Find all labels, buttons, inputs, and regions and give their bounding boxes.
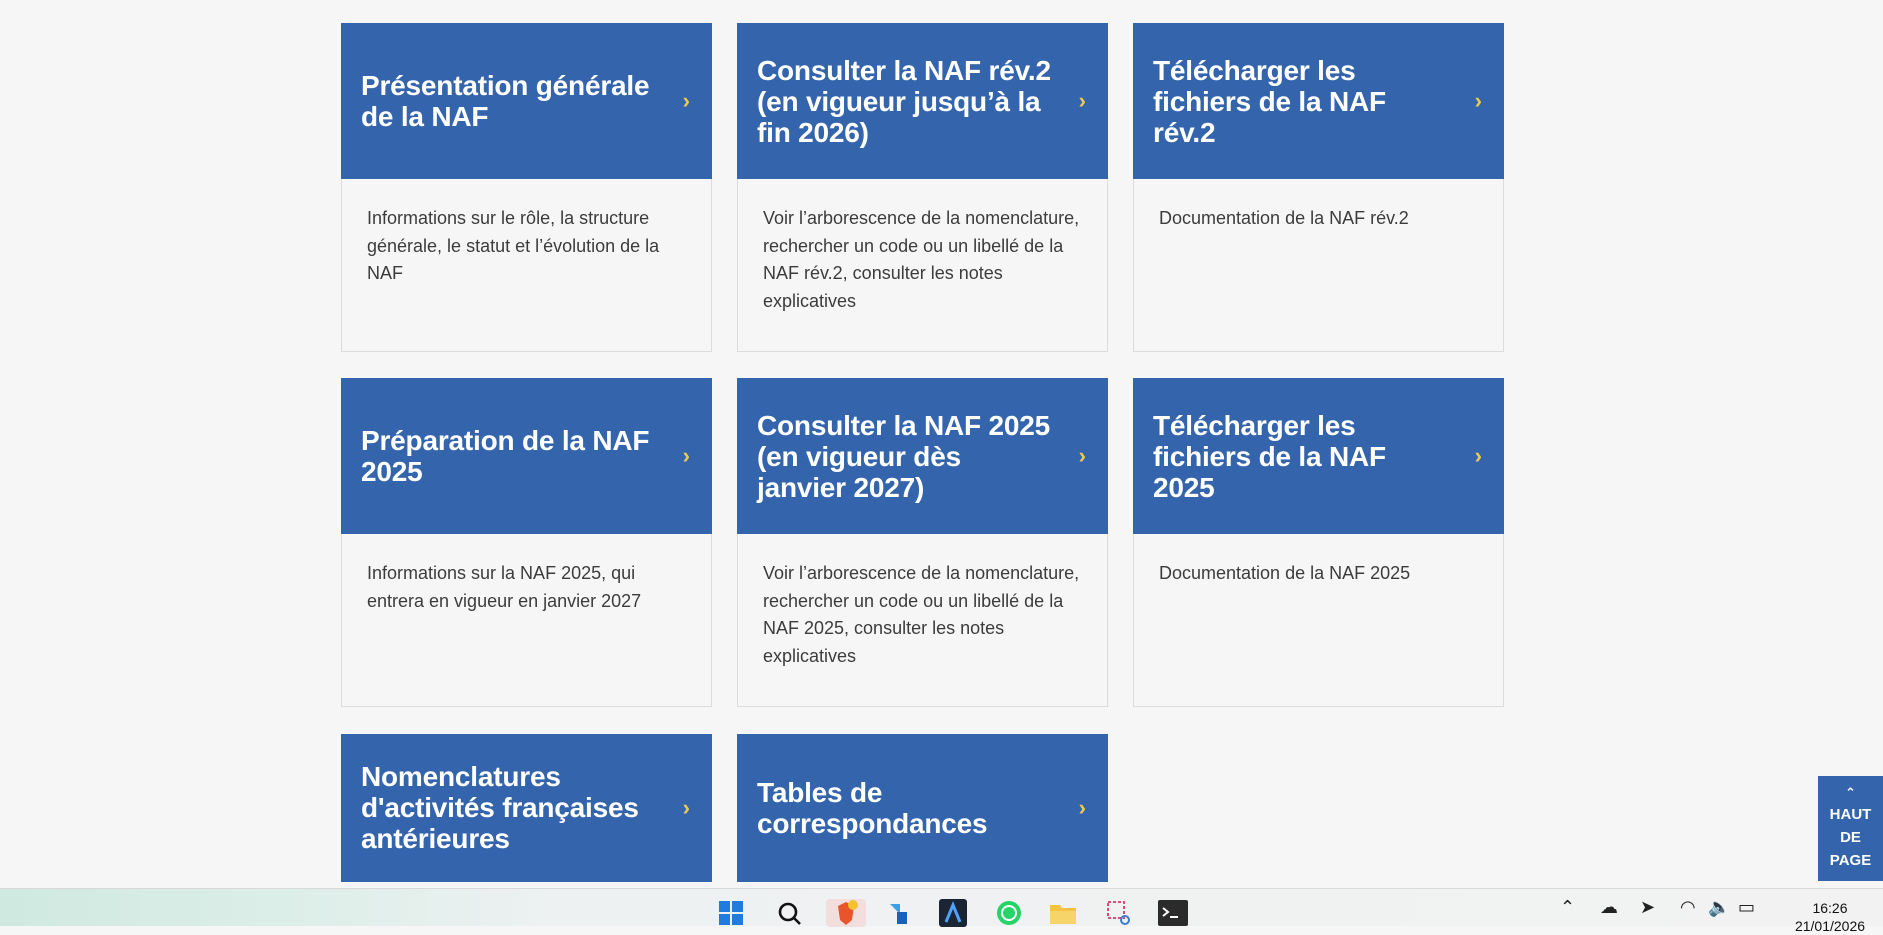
brave-browser-icon[interactable] bbox=[826, 899, 866, 927]
chevron-right-icon: › bbox=[1474, 88, 1482, 113]
search-icon[interactable] bbox=[774, 899, 804, 927]
card-description: Informations sur le rôle, la structure g… bbox=[341, 179, 712, 352]
arc-icon[interactable] bbox=[938, 899, 968, 927]
card-download-rev2: Télécharger les fichiers de la NAF rév.2… bbox=[1133, 23, 1504, 353]
card-consult-2025: Consulter la NAF 2025 (en vigueur dès ja… bbox=[737, 378, 1108, 708]
card-link-consult-rev2[interactable]: Consulter la NAF rév.2 (en vigueur jusqu… bbox=[737, 23, 1108, 179]
card-description: Documentation de la NAF rév.2 bbox=[1133, 179, 1504, 352]
card-correspondence-tables: Tables de correspondances › bbox=[737, 733, 1108, 883]
card-title: Présentation générale de la NAF bbox=[361, 70, 650, 132]
onedrive-icon[interactable]: ☁ bbox=[1600, 897, 1618, 918]
back-to-top-label: DE bbox=[1840, 828, 1861, 846]
chevron-right-icon: › bbox=[1078, 794, 1086, 820]
card-description: Informations sur la NAF 2025, qui entrer… bbox=[341, 534, 712, 708]
card-title: Préparation de la NAF 2025 bbox=[361, 425, 650, 488]
chevron-up-icon: ⌃ bbox=[1845, 784, 1856, 800]
clock-date: 21/01/2026 bbox=[1794, 918, 1866, 934]
card-description: Voir l’arborescence de la nomenclature, … bbox=[737, 534, 1108, 708]
file-explorer-icon[interactable] bbox=[1048, 899, 1078, 927]
clock-time: 16:26 bbox=[1812, 900, 1848, 916]
chevron-up-icon[interactable]: ⌃ bbox=[1560, 897, 1575, 918]
card-link-preparation-2025[interactable]: Préparation de la NAF 2025 › bbox=[341, 378, 712, 535]
chevron-right-icon: › bbox=[682, 443, 690, 469]
back-to-top-label: PAGE bbox=[1829, 851, 1872, 869]
chevron-right-icon: › bbox=[1078, 88, 1086, 113]
chevron-right-icon: › bbox=[682, 794, 690, 820]
card-title: Télécharger les fichiers de la NAF 2025 bbox=[1153, 409, 1386, 503]
location-icon[interactable]: ➤ bbox=[1640, 897, 1655, 918]
card-presentation: Présentation générale de la NAF › Inform… bbox=[341, 23, 712, 353]
card-download-2025: Télécharger les fichiers de la NAF 2025 … bbox=[1133, 378, 1504, 708]
terminal-icon[interactable] bbox=[1158, 899, 1188, 927]
back-to-top-button[interactable]: ⌃ HAUT DE PAGE bbox=[1818, 776, 1883, 881]
card-link-consult-2025[interactable]: Consulter la NAF 2025 (en vigueur dès ja… bbox=[737, 378, 1108, 535]
card-description: Voir l’arborescence de la nomenclature, … bbox=[737, 179, 1108, 352]
card-title: Nomenclatures d'activités françaises ant… bbox=[361, 761, 639, 855]
card-preparation-2025: Préparation de la NAF 2025 › Information… bbox=[341, 378, 712, 708]
app-icon[interactable] bbox=[884, 899, 914, 927]
card-link-correspondence-tables[interactable]: Tables de correspondances › bbox=[737, 733, 1108, 882]
card-title: Consulter la NAF rév.2 (en vigueur jusqu… bbox=[757, 54, 1051, 148]
chevron-right-icon: › bbox=[1078, 443, 1086, 469]
card-link-presentation[interactable]: Présentation générale de la NAF › bbox=[341, 23, 712, 179]
system-clock[interactable]: 16:26 21/01/2026 bbox=[1780, 899, 1880, 935]
card-title: Tables de correspondances bbox=[757, 776, 988, 839]
chevron-right-icon: › bbox=[1474, 443, 1482, 469]
card-description: Documentation de la NAF 2025 bbox=[1133, 534, 1504, 708]
chevron-right-icon: › bbox=[682, 88, 690, 113]
card-link-former-nomenclatures[interactable]: Nomenclatures d'activités françaises ant… bbox=[341, 733, 712, 882]
battery-icon[interactable]: ▭ bbox=[1738, 897, 1755, 918]
back-to-top-label: HAUT bbox=[1829, 805, 1872, 823]
card-title: Télécharger les fichiers de la NAF rév.2 bbox=[1153, 54, 1386, 148]
taskbar: ⌃ ☁ ➤ ◠ 🔈 ▭ 16:26 21/01/2026 bbox=[0, 888, 1883, 934]
card-link-download-2025[interactable]: Télécharger les fichiers de la NAF 2025 … bbox=[1133, 378, 1504, 535]
windows-start-icon[interactable] bbox=[716, 899, 746, 927]
card-link-download-rev2[interactable]: Télécharger les fichiers de la NAF rév.2… bbox=[1133, 23, 1504, 179]
card-grid: Présentation générale de la NAF › Inform… bbox=[341, 23, 1504, 883]
card-consult-rev2: Consulter la NAF rév.2 (en vigueur jusqu… bbox=[737, 23, 1108, 353]
card-former-nomenclatures: Nomenclatures d'activités françaises ant… bbox=[341, 733, 712, 883]
wifi-icon[interactable]: ◠ bbox=[1680, 897, 1696, 918]
card-title: Consulter la NAF 2025 (en vigueur dès ja… bbox=[757, 409, 1050, 503]
snipping-tool-icon[interactable] bbox=[1104, 899, 1134, 927]
volume-icon[interactable]: 🔈 bbox=[1708, 897, 1730, 918]
whatsapp-icon[interactable] bbox=[994, 899, 1024, 927]
